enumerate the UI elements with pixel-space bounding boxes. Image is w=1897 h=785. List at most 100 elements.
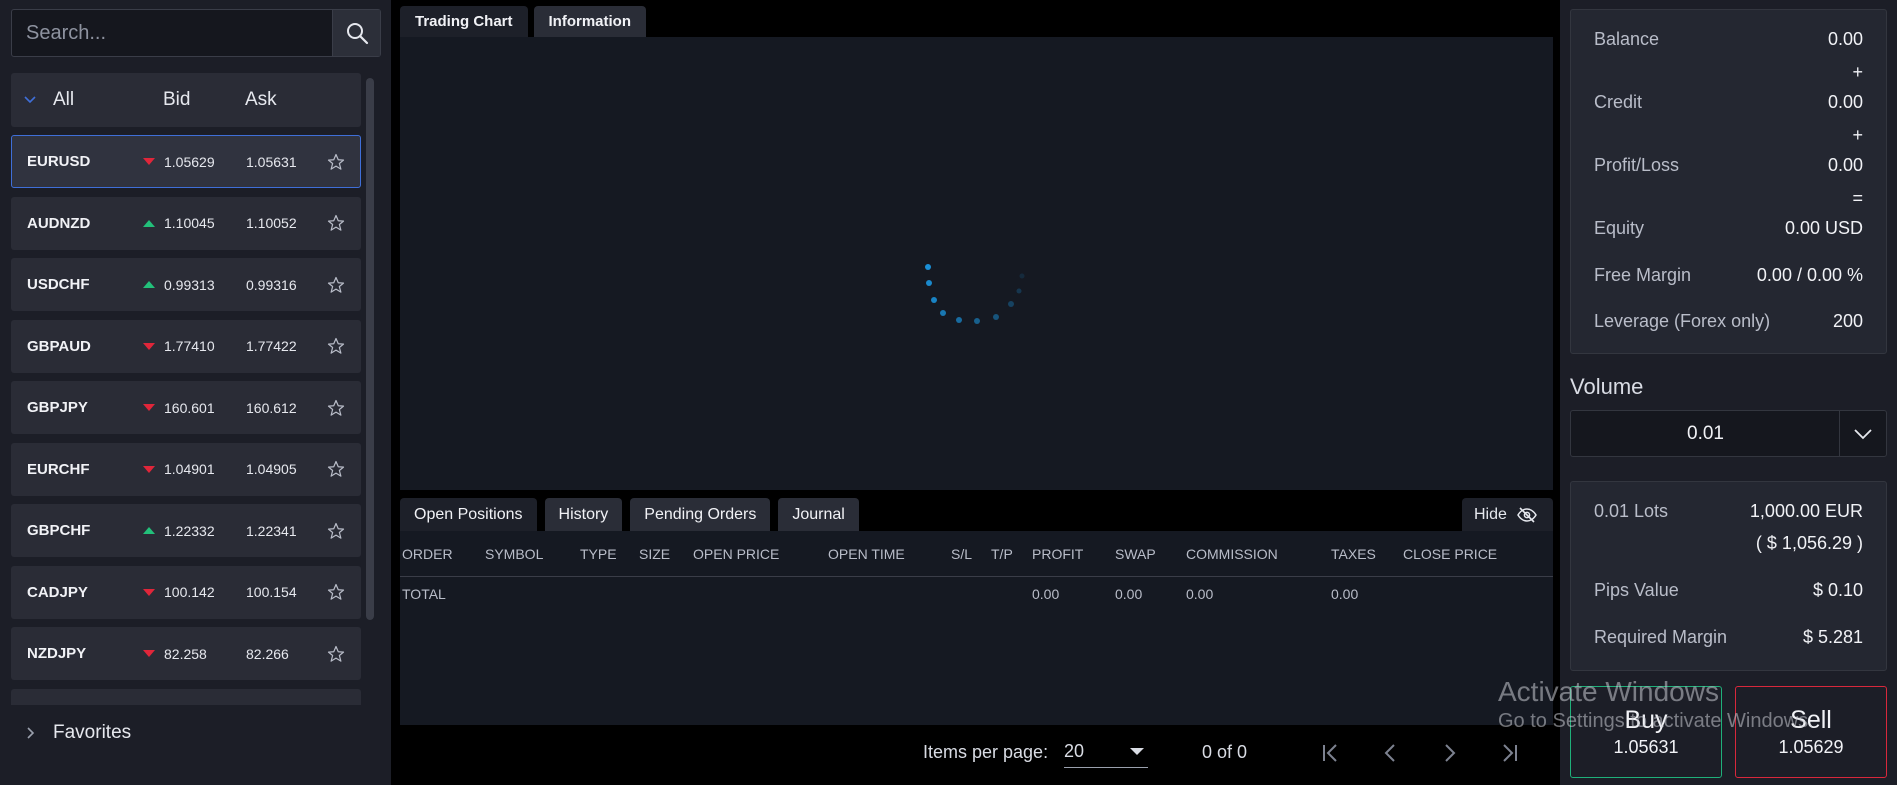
star-icon[interactable]	[326, 460, 346, 478]
bid-price: 1.77410	[164, 338, 215, 354]
tab-history[interactable]: History	[544, 498, 623, 531]
page-range: 0 of 0	[1202, 742, 1248, 762]
col-order[interactable]: ORDER	[402, 531, 453, 577]
col-commission[interactable]: COMMISSION	[1186, 531, 1278, 577]
symbol-row-audnzd[interactable]: AUDNZD 1.10045 1.10052	[11, 196, 361, 250]
symbol-row-gbpaud[interactable]: GBPAUD 1.77410 1.77422	[11, 319, 361, 373]
account-summary: Balance 0.00 + Credit 0.00 + Profit/Loss…	[1570, 9, 1887, 354]
lots-usd-value: ( $ 1,056.29 )	[1755, 533, 1863, 553]
equity-line: Equity 0.00 USD	[1594, 218, 1863, 239]
symbol-list-header[interactable]: All Bid Ask	[11, 73, 361, 127]
col-profit[interactable]: PROFIT	[1032, 531, 1083, 577]
credit-value: 0.00	[1827, 92, 1863, 112]
symbol-row-eurchf[interactable]: EURCHF 1.04901 1.04905	[11, 442, 361, 496]
items-per-page-label: Items per page:	[923, 742, 1049, 762]
col-size[interactable]: SIZE	[639, 531, 670, 577]
arrow-down-icon	[139, 404, 159, 411]
balance-value: 0.00	[1827, 29, 1863, 49]
ask-price: 1.04905	[246, 461, 297, 477]
volume-input[interactable]	[1571, 411, 1840, 456]
symbol-row-partial[interactable]	[11, 688, 361, 705]
tab-open-positions[interactable]: Open Positions	[400, 498, 537, 531]
symbol-name: GBPCHF	[27, 522, 91, 539]
bid-price: 1.22332	[164, 522, 215, 539]
chevron-left-icon	[1384, 744, 1395, 762]
profit-loss-label: Profit/Loss	[1594, 155, 1680, 175]
eye-off-icon	[1517, 506, 1537, 523]
search-input[interactable]	[12, 10, 333, 56]
col-swap[interactable]: SWAP	[1115, 531, 1156, 577]
chevron-right-icon	[26, 726, 40, 740]
col-taxes[interactable]: TAXES	[1331, 531, 1376, 577]
first-page-button[interactable]	[1316, 738, 1346, 768]
lots-usd-line: ( $ 1,056.29 )	[1594, 533, 1863, 554]
favorites-group[interactable]: Favorites	[0, 705, 391, 760]
symbol-name: CADJPY	[27, 583, 88, 601]
total-taxes: 0.00	[1331, 586, 1359, 602]
symbol-name: EURCHF	[27, 460, 90, 478]
pips-value-line: Pips Value $ 0.10	[1594, 580, 1863, 601]
symbol-name: GBPJPY	[27, 399, 88, 416]
chevron-down-icon	[1854, 428, 1872, 439]
symbol-row-gbpjpy[interactable]: GBPJPY 160.601 160.612	[11, 381, 361, 434]
sell-label: Sell	[1790, 706, 1832, 734]
star-icon[interactable]	[326, 153, 346, 171]
symbol-row-usdchf[interactable]: USDCHF 0.99313 0.99316	[11, 258, 361, 311]
bid-price: 1.04901	[164, 461, 215, 477]
leverage-line: Leverage (Forex only) 200	[1594, 311, 1863, 332]
star-icon[interactable]	[326, 276, 346, 294]
star-icon[interactable]	[326, 337, 346, 355]
symbol-row-eurusd[interactable]: EURUSD 1.05629 1.05631	[11, 135, 361, 188]
previous-page-button[interactable]	[1376, 738, 1406, 768]
symbol-name: GBPAUD	[27, 337, 91, 355]
symbol-row-cadjpy[interactable]: CADJPY 100.142 100.154	[11, 565, 361, 619]
total-label: TOTAL	[402, 586, 446, 602]
col-sl[interactable]: S/L	[951, 531, 972, 577]
favorites-label: Favorites	[53, 721, 132, 743]
next-page-button[interactable]	[1434, 738, 1464, 768]
hide-label: Hide	[1474, 505, 1507, 523]
tab-trading-chart[interactable]: Trading Chart	[400, 6, 528, 37]
buy-button[interactable]: Buy 1.05631	[1570, 686, 1722, 778]
items-per-page-value: 20	[1064, 741, 1085, 761]
col-close-price[interactable]: CLOSE PRICE	[1403, 531, 1497, 577]
volume-label: Volume	[1570, 374, 1644, 399]
symbol-row-gbpchf[interactable]: GBPCHF 1.22332 1.22341	[11, 504, 361, 557]
col-type[interactable]: TYPE	[580, 531, 617, 577]
scrollbar-thumb[interactable]	[366, 78, 374, 620]
star-icon[interactable]	[326, 399, 346, 417]
sell-button[interactable]: Sell 1.05629	[1735, 686, 1887, 778]
search-icon	[346, 23, 368, 45]
star-icon[interactable]	[326, 214, 346, 232]
symbol-row-nzdjpy[interactable]: NZDJPY 82.258 82.266	[11, 627, 361, 680]
leverage-label: Leverage (Forex only)	[1594, 311, 1771, 331]
symbol-name: AUDNZD	[27, 214, 91, 232]
col-tp[interactable]: T/P	[991, 531, 1013, 577]
symbol-list-scrollbar[interactable]	[366, 78, 374, 620]
positions-table: ORDER SYMBOL TYPE SIZE OPEN PRICE OPEN T…	[400, 531, 1553, 725]
loading-spinner-icon	[925, 264, 1025, 324]
tab-pending-orders[interactable]: Pending Orders	[630, 498, 771, 531]
tab-journal[interactable]: Journal	[778, 498, 859, 531]
table-header-row: ORDER SYMBOL TYPE SIZE OPEN PRICE OPEN T…	[400, 531, 1553, 577]
col-open-price[interactable]: OPEN PRICE	[693, 531, 779, 577]
table-total-row: TOTAL 0.00 0.00 0.00 0.00	[400, 578, 1553, 610]
last-page-button[interactable]	[1494, 738, 1524, 768]
items-per-page-select[interactable]: 20	[1064, 736, 1148, 768]
hide-panel-button[interactable]: Hide	[1462, 498, 1553, 531]
col-open-time[interactable]: OPEN TIME	[828, 531, 905, 577]
search-button[interactable]	[332, 10, 380, 56]
star-icon[interactable]	[326, 645, 346, 663]
positions-tabs: Open Positions History Pending Orders Jo…	[400, 498, 859, 531]
ask-price: 0.99316	[246, 276, 297, 293]
equity-label: Equity	[1594, 218, 1645, 238]
star-icon[interactable]	[326, 522, 346, 540]
star-icon[interactable]	[326, 583, 346, 601]
arrow-down-icon	[139, 342, 159, 350]
volume-dropdown-button[interactable]	[1839, 411, 1886, 456]
ask-price: 1.05631	[246, 153, 297, 170]
col-symbol[interactable]: SYMBOL	[485, 531, 543, 577]
tab-information[interactable]: Information	[533, 6, 647, 37]
buy-price: 1.05631	[1613, 737, 1679, 757]
chart-tabs: Trading Chart Information	[400, 6, 647, 37]
